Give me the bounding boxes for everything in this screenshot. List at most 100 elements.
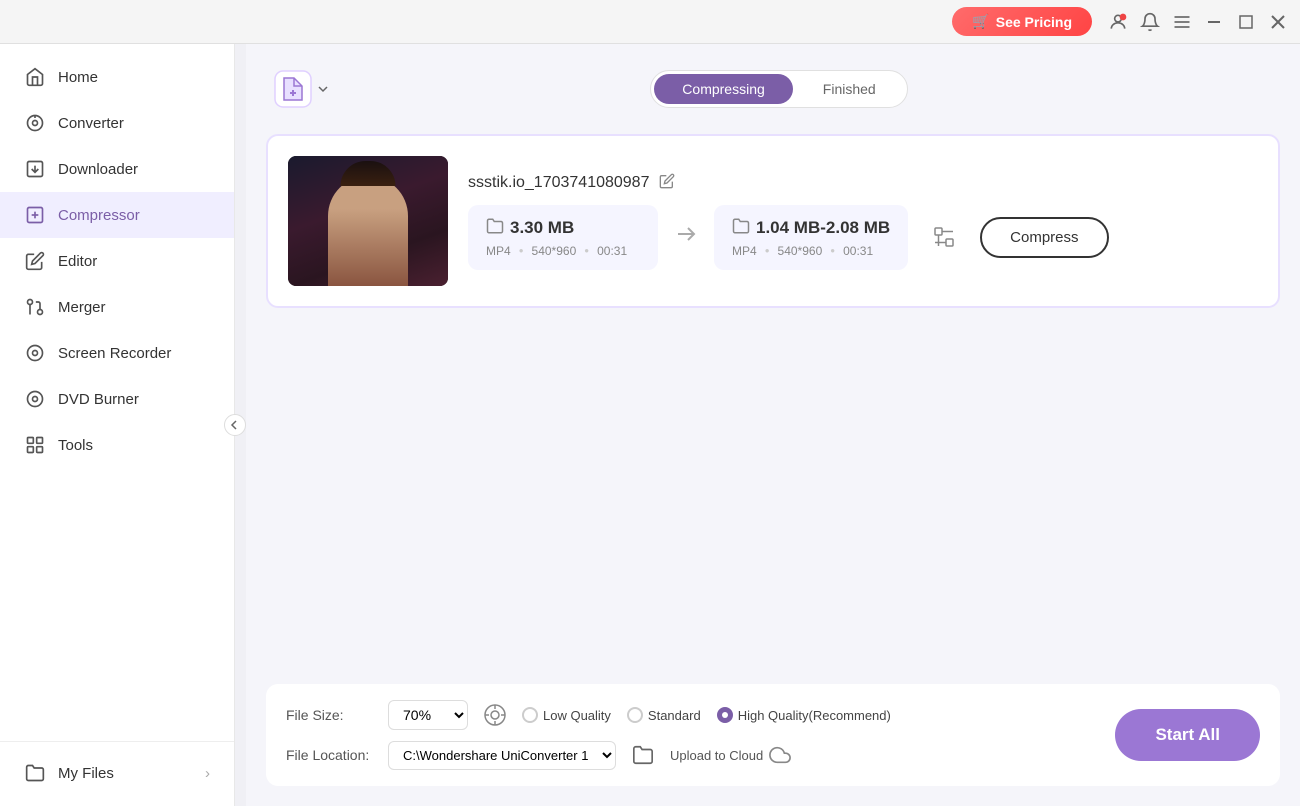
merger-label: Merger — [58, 299, 106, 316]
quality-high-label: High Quality(Recommend) — [738, 708, 891, 723]
quality-high-radio[interactable] — [717, 707, 733, 723]
my-files-chevron: › — [205, 765, 210, 782]
downloader-icon — [24, 158, 46, 180]
start-all-button[interactable]: Start All — [1115, 709, 1260, 761]
target-format: MP4 — [732, 244, 757, 258]
my-files-icon — [24, 762, 46, 784]
title-bar-icons — [1108, 12, 1288, 32]
file-location-control-row: File Location: C:\Wondershare UniConvert… — [286, 740, 891, 770]
menu-icon[interactable] — [1172, 12, 1192, 32]
close-button[interactable] — [1268, 12, 1288, 32]
target-folder-icon — [732, 217, 750, 240]
sidebar-item-screen-recorder[interactable]: Screen Recorder — [0, 330, 234, 376]
home-label: Home — [58, 69, 98, 86]
source-resolution: 540*960 — [532, 244, 577, 258]
sidebar-item-compressor[interactable]: Compressor — [0, 192, 234, 238]
bell-icon[interactable] — [1140, 12, 1160, 32]
tab-switcher: Compressing Finished — [650, 70, 907, 108]
sidebar-item-converter[interactable]: Converter — [0, 100, 234, 146]
sidebar-item-tools[interactable]: Tools — [0, 422, 234, 468]
main-content: Compressing Finished ssstik.io_170374108… — [246, 44, 1300, 806]
cloud-icon — [769, 744, 791, 766]
sidebar: Home Converter Downloader — [0, 44, 235, 806]
quality-high-option[interactable]: High Quality(Recommend) — [717, 707, 891, 723]
dropdown-chevron-icon — [316, 82, 330, 96]
source-size: 3.30 MB — [510, 218, 574, 238]
app-body: Home Converter Downloader — [0, 44, 1300, 806]
file-size-select[interactable]: 70% — [388, 700, 468, 730]
sidebar-item-merger[interactable]: Merger — [0, 284, 234, 330]
content-header: Compressing Finished — [266, 64, 1280, 114]
see-pricing-button[interactable]: 🛒 See Pricing — [952, 7, 1092, 36]
merger-icon — [24, 296, 46, 318]
user-icon[interactable] — [1108, 12, 1128, 32]
editor-label: Editor — [58, 253, 97, 270]
quality-low-label: Low Quality — [543, 708, 611, 723]
file-size-control-row: File Size: 70% — [286, 700, 891, 730]
source-format: MP4 — [486, 244, 511, 258]
sidebar-bottom: My Files › — [0, 741, 234, 796]
converter-icon — [24, 112, 46, 134]
file-location-select[interactable]: C:\Wondershare UniConverter 1 — [388, 741, 616, 770]
quality-standard-label: Standard — [648, 708, 701, 723]
compressor-icon — [24, 204, 46, 226]
file-stats-row: 3.30 MB MP4 ● 540*960 ● 00:31 — [468, 205, 1258, 270]
quality-standard-option[interactable]: Standard — [627, 707, 701, 723]
source-meta: MP4 ● 540*960 ● 00:31 — [486, 244, 640, 258]
editor-icon — [24, 250, 46, 272]
downloader-label: Downloader — [58, 161, 138, 178]
quality-low-radio[interactable] — [522, 707, 538, 723]
maximize-button[interactable] — [1236, 12, 1256, 32]
upload-cloud-button[interactable]: Upload to Cloud — [670, 744, 791, 766]
target-duration: 00:31 — [843, 244, 873, 258]
content-spacer — [266, 324, 1280, 684]
title-bar: 🛒 See Pricing — [0, 0, 1300, 44]
compressor-label: Compressor — [58, 207, 140, 224]
dvd-burner-label: DVD Burner — [58, 391, 139, 408]
bottom-left-controls: File Size: 70% — [286, 700, 891, 770]
sidebar-item-home[interactable]: Home — [0, 54, 234, 100]
arrow-icon — [674, 222, 698, 252]
tools-icon — [24, 434, 46, 456]
source-folder-icon — [486, 217, 504, 240]
converter-label: Converter — [58, 115, 124, 132]
file-thumbnail — [288, 156, 448, 286]
see-pricing-label: See Pricing — [996, 14, 1072, 30]
add-file-button[interactable] — [266, 64, 338, 114]
tools-label: Tools — [58, 437, 93, 454]
file-info: ssstik.io_1703741080987 — [468, 173, 1258, 270]
my-files-label: My Files — [58, 765, 114, 782]
compress-button[interactable]: Compress — [980, 217, 1108, 258]
screen-recorder-icon — [24, 342, 46, 364]
file-location-label: File Location: — [286, 747, 376, 763]
file-card: ssstik.io_1703741080987 — [266, 134, 1280, 308]
home-icon — [24, 66, 46, 88]
sidebar-item-downloader[interactable]: Downloader — [0, 146, 234, 192]
target-size: 1.04 MB-2.08 MB — [756, 218, 890, 238]
quality-settings-icon[interactable] — [480, 700, 510, 730]
source-duration: 00:31 — [597, 244, 627, 258]
dvd-burner-icon — [24, 388, 46, 410]
target-meta: MP4 ● 540*960 ● 00:31 — [732, 244, 890, 258]
bottom-controls: File Size: 70% — [266, 684, 1280, 786]
minimize-button[interactable] — [1204, 12, 1224, 32]
sidebar-item-editor[interactable]: Editor — [0, 238, 234, 284]
file-name-row: ssstik.io_1703741080987 — [468, 173, 1258, 193]
cart-icon: 🛒 — [972, 13, 989, 30]
sidebar-collapse-button[interactable] — [224, 414, 246, 436]
file-size-label: File Size: — [286, 707, 376, 723]
upload-cloud-label: Upload to Cloud — [670, 748, 763, 763]
file-name: ssstik.io_1703741080987 — [468, 174, 649, 192]
tab-finished[interactable]: Finished — [795, 74, 904, 104]
sidebar-item-my-files[interactable]: My Files › — [0, 750, 234, 796]
edit-filename-icon[interactable] — [659, 173, 675, 193]
target-resolution: 540*960 — [778, 244, 823, 258]
compress-settings-icon[interactable] — [924, 217, 964, 257]
quality-standard-radio[interactable] — [627, 707, 643, 723]
quality-low-option[interactable]: Low Quality — [522, 707, 611, 723]
source-stats-box: 3.30 MB MP4 ● 540*960 ● 00:31 — [468, 205, 658, 270]
sidebar-item-dvd-burner[interactable]: DVD Burner — [0, 376, 234, 422]
tab-compressing[interactable]: Compressing — [654, 74, 792, 104]
quality-radio-group: Low Quality Standard High Quality(Recomm… — [522, 707, 891, 723]
folder-browse-icon[interactable] — [628, 740, 658, 770]
